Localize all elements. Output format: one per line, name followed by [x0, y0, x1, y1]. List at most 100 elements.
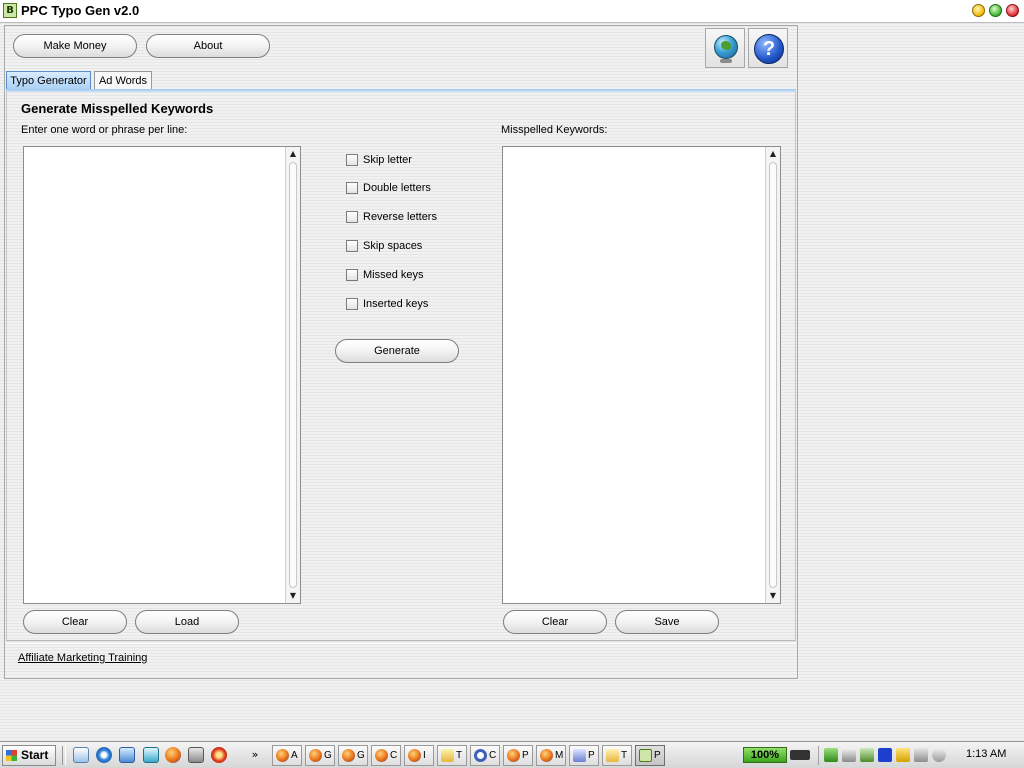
settings-tray-icon[interactable]	[932, 748, 946, 762]
misspelled-output[interactable]: ▲ ▼	[502, 146, 781, 604]
taskbar-item[interactable]: C	[371, 745, 401, 766]
taskbar-item-label: G	[324, 750, 332, 761]
option-label: Inserted keys	[363, 298, 429, 310]
input-label: Enter one word or phrase per line:	[21, 124, 188, 136]
footer-divider	[6, 640, 796, 644]
windows-flag-icon	[6, 750, 17, 761]
affiliate-marketing-link[interactable]: Affiliate Marketing Training	[18, 652, 147, 664]
about-button[interactable]: About	[146, 34, 270, 58]
scroll-track[interactable]	[289, 162, 297, 588]
generate-button[interactable]: Generate	[335, 339, 459, 363]
save-button[interactable]: Save	[615, 610, 719, 634]
taskbar-item[interactable]: C	[470, 745, 500, 766]
tab-ad-words[interactable]: Ad Words	[94, 71, 152, 90]
firefox-icon	[309, 749, 322, 762]
firefox-icon	[408, 749, 421, 762]
clock: 1:13 AM	[966, 748, 1007, 760]
make-money-button[interactable]: Make Money	[13, 34, 137, 58]
taskbar-item[interactable]: P	[569, 745, 599, 766]
folder-icon	[441, 749, 454, 762]
taskbar-item-label: C	[390, 750, 398, 761]
media-icon[interactable]	[143, 747, 159, 763]
tab-typo-generator[interactable]: Typo Generator	[6, 71, 91, 90]
app-c-icon	[474, 749, 487, 762]
taskbar-item[interactable]: T	[602, 745, 632, 766]
taskbar-item-label: G	[357, 750, 365, 761]
globe-button[interactable]	[705, 28, 745, 68]
output-scrollbar[interactable]: ▲ ▼	[765, 147, 780, 603]
section-heading: Generate Misspelled Keywords	[21, 101, 214, 116]
calculator-icon[interactable]	[188, 747, 204, 763]
start-button[interactable]: Start	[2, 745, 56, 766]
taskbar-item[interactable]: I	[404, 745, 434, 766]
taskbar-item-label: P	[588, 750, 595, 761]
show-desktop-icon[interactable]	[73, 747, 89, 763]
volume-icon[interactable]	[842, 748, 856, 762]
output-clear-button[interactable]: Clear	[503, 610, 607, 634]
taskbar-item-label: T	[621, 750, 628, 761]
window-title: PPC Typo Gen v2.0	[21, 3, 140, 18]
media-player-icon[interactable]	[878, 748, 892, 762]
firefox-icon	[276, 749, 289, 762]
internet-explorer-icon[interactable]	[96, 747, 112, 763]
taskbar-item-label: M	[555, 750, 564, 761]
scroll-down-icon[interactable]: ▼	[766, 589, 780, 603]
checkbox[interactable]	[346, 298, 358, 310]
checkbox[interactable]	[346, 269, 358, 281]
app-icon: B	[3, 3, 17, 18]
checkbox[interactable]	[346, 182, 358, 194]
scroll-up-icon[interactable]: ▲	[766, 147, 780, 161]
taskbar: Start » A G G C I T C P M P T P 100% 1:1…	[0, 741, 1024, 768]
folder-icon	[606, 749, 619, 762]
taskbar-item[interactable]: G	[338, 745, 368, 766]
quicklaunch-overflow-icon[interactable]: »	[247, 747, 263, 763]
taskbar-item-active[interactable]: P	[635, 745, 665, 766]
option-label: Skip spaces	[363, 240, 423, 252]
taskbar-item-label: A	[291, 750, 298, 761]
display-icon[interactable]	[914, 748, 928, 762]
option-label: Reverse letters	[363, 211, 437, 223]
battery-indicator[interactable]: 100%	[743, 747, 787, 763]
taskbar-item-label: P	[522, 750, 529, 761]
globe-icon	[714, 35, 738, 59]
firefox-icon	[342, 749, 355, 762]
checkbox[interactable]	[346, 154, 358, 166]
taskbar-item-label: T	[456, 750, 463, 761]
title-bar: B PPC Typo Gen v2.0	[0, 0, 1024, 23]
globe-stand	[720, 59, 732, 63]
taskbar-item-label: I	[423, 750, 426, 761]
load-button[interactable]: Load	[135, 610, 239, 634]
scroll-track[interactable]	[769, 162, 777, 588]
opera-icon[interactable]	[211, 747, 227, 763]
device-icon[interactable]	[860, 748, 874, 762]
scroll-down-icon[interactable]: ▼	[286, 589, 300, 603]
taskbar-item-label: P	[654, 750, 661, 761]
firefox-icon	[507, 749, 520, 762]
input-scrollbar[interactable]: ▲ ▼	[285, 147, 300, 603]
network-icon[interactable]	[119, 747, 135, 763]
quicklaunch-divider	[62, 746, 66, 765]
keywords-input[interactable]: ▲ ▼	[23, 146, 301, 604]
scroll-up-icon[interactable]: ▲	[286, 147, 300, 161]
firefox-icon	[540, 749, 553, 762]
taskbar-item[interactable]: A	[272, 745, 302, 766]
taskbar-item[interactable]: T	[437, 745, 467, 766]
taskbar-item[interactable]: P	[503, 745, 533, 766]
checkbox[interactable]	[346, 211, 358, 223]
taskbar-item[interactable]: M	[536, 745, 566, 766]
ppc-typo-gen-icon	[639, 749, 652, 762]
input-clear-button[interactable]: Clear	[23, 610, 127, 634]
security-icon[interactable]	[896, 748, 910, 762]
checkbox[interactable]	[346, 240, 358, 252]
option-label: Skip letter	[363, 154, 412, 166]
firefox-icon[interactable]	[165, 747, 181, 763]
pdf-icon	[573, 749, 586, 762]
minimize-button[interactable]	[972, 4, 985, 17]
firefox-icon	[375, 749, 388, 762]
help-button[interactable]: ?	[748, 28, 788, 68]
taskbar-item[interactable]: G	[305, 745, 335, 766]
network-tray-icon[interactable]	[824, 748, 838, 762]
close-button[interactable]	[1006, 4, 1019, 17]
tray-divider	[818, 746, 819, 765]
maximize-button[interactable]	[989, 4, 1002, 17]
